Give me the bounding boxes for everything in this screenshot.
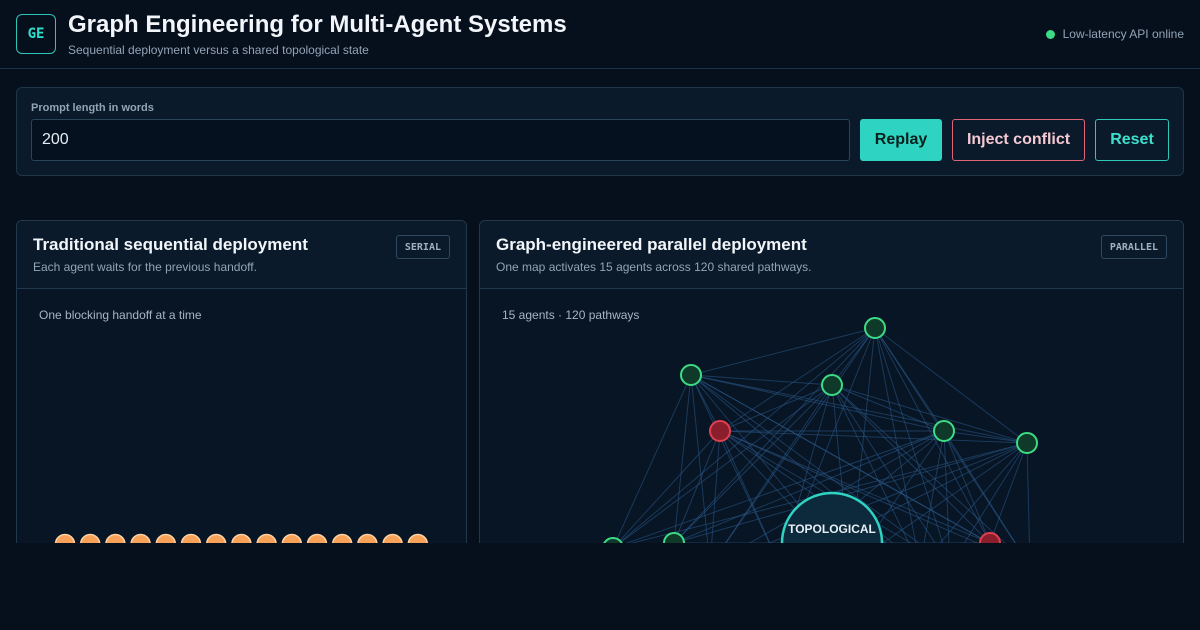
viewport-fold <box>0 543 1200 630</box>
pathway-edge <box>719 430 778 559</box>
app-header: GE Graph Engineering for Multi-Agent Sys… <box>0 0 1200 69</box>
parallel-panel: Graph-engineered parallel deployment One… <box>479 220 1184 560</box>
pathway-edge <box>690 374 778 559</box>
hub-label: TOPOLOGICAL <box>788 522 876 536</box>
api-status: Low-latency API online <box>1045 27 1184 41</box>
pathway-edge <box>690 374 1028 444</box>
status-label: Low-latency API online <box>1062 27 1184 41</box>
pathway-edge <box>943 430 951 559</box>
pathway-edge <box>920 430 945 559</box>
pathway-edge <box>943 430 991 544</box>
active-agent-node[interactable] <box>680 364 702 386</box>
pathway-edge <box>673 374 692 544</box>
active-agent-node[interactable] <box>933 420 955 442</box>
prompt-length-label: Prompt length in words <box>31 102 154 114</box>
reset-button[interactable]: Reset <box>1095 119 1169 161</box>
replay-button[interactable]: Replay <box>860 119 942 161</box>
controls-bar: Prompt length in words Replay Inject con… <box>16 87 1184 176</box>
parallel-caption: 15 agents · 120 pathways <box>502 308 640 322</box>
pathway-edge <box>612 374 692 549</box>
logo: GE <box>16 14 56 54</box>
sequential-agent-chain <box>54 533 429 555</box>
page-subtitle: Sequential deployment versus a shared to… <box>68 43 369 57</box>
active-agent-node[interactable] <box>1016 432 1038 454</box>
agent-graph: TOPOLOGICAL <box>602 317 1039 559</box>
sequential-panel: Traditional sequential deployment Each a… <box>16 220 467 560</box>
active-agent-node[interactable] <box>864 317 886 339</box>
conflict-agent-node[interactable] <box>709 420 731 442</box>
page-title: Graph Engineering for Multi-Agent System… <box>68 11 567 38</box>
status-dot-icon <box>1045 29 1055 39</box>
inject-conflict-button[interactable]: Inject conflict <box>952 119 1085 161</box>
prompt-length-input[interactable] <box>31 119 850 161</box>
active-agent-node[interactable] <box>821 374 843 396</box>
